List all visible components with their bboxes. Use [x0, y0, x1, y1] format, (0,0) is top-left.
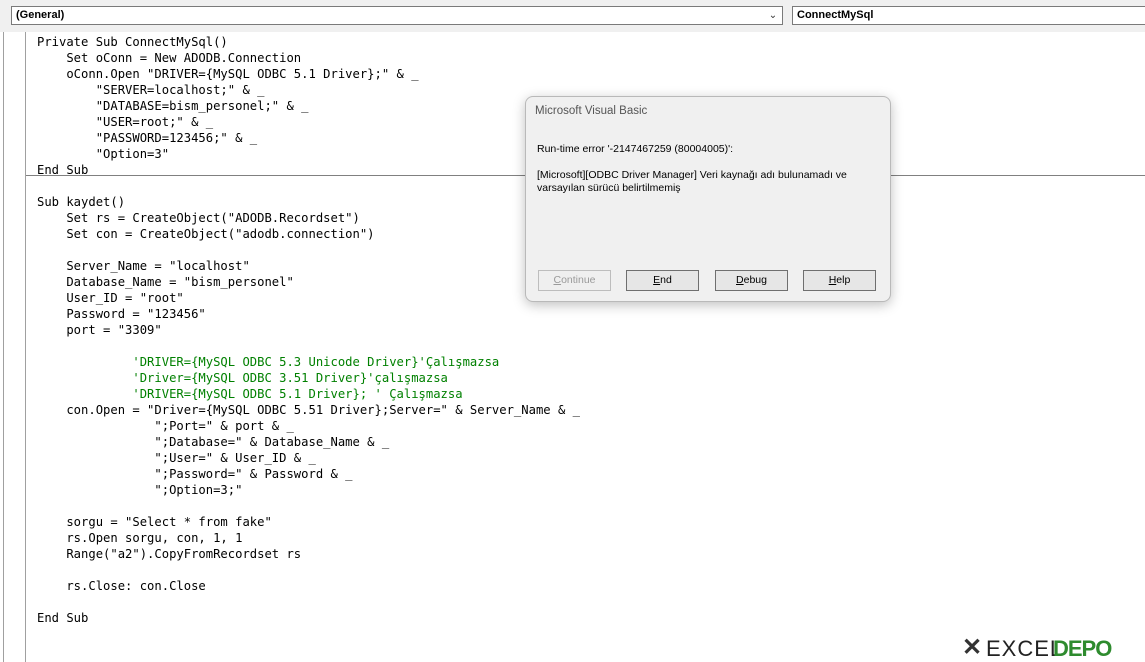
comment-line[interactable]: 'DRIVER={MySQL ODBC 5.1 Driver}; ' Çalış… [37, 386, 580, 402]
code-line[interactable]: Set con = CreateObject("adodb.connection… [37, 226, 580, 242]
end-label: nd [660, 274, 672, 286]
help-label: elp [836, 274, 851, 286]
runtime-error-dialog: Microsoft Visual Basic Run-time error '-… [525, 96, 891, 302]
code-line[interactable]: Set oConn = New ADODB.Connection [37, 50, 580, 66]
code-line[interactable] [37, 498, 580, 514]
logo-x-icon: ✕ [962, 634, 983, 661]
code-line[interactable]: Server_Name = "localhost" [37, 258, 580, 274]
comment-line[interactable]: 'Driver={MySQL ODBC 3.51 Driver}'çalışma… [37, 370, 580, 386]
code-line[interactable]: "PASSWORD=123456;" & _ [37, 130, 580, 146]
code-line[interactable]: rs.Close: con.Close [37, 578, 580, 594]
continue-button[interactable]: Continue [538, 270, 611, 291]
error-message-text: [Microsoft][ODBC Driver Manager] Veri ka… [537, 169, 847, 194]
chevron-down-icon[interactable]: ⌄ [766, 8, 780, 23]
continue-label: ontinue [561, 274, 596, 286]
code-line[interactable] [37, 178, 580, 194]
code-line[interactable]: Set rs = CreateObject("ADODB.Recordset") [37, 210, 580, 226]
code-line[interactable]: End Sub [37, 162, 580, 178]
debug-label: ebug [743, 274, 767, 286]
code-line[interactable]: rs.Open sorgu, con, 1, 1 [37, 530, 580, 546]
debug-access-key: D [736, 274, 744, 286]
error-code-text: Run-time error '-2147467259 (80004005)': [537, 143, 734, 155]
procedure-combobox[interactable]: ConnectMySql [792, 6, 1145, 25]
code-window-toolbar: (General) ⌄ ConnectMySql [0, 0, 1145, 33]
procedure-combobox-value: ConnectMySql [797, 9, 874, 21]
debug-button[interactable]: Debug [715, 270, 788, 291]
comment-line[interactable]: 'DRIVER={MySQL ODBC 5.3 Unicode Driver}'… [37, 354, 580, 370]
object-combobox-value: (General) [16, 9, 65, 21]
code-text[interactable]: Private Sub ConnectMySql() Set oConn = N… [37, 34, 580, 626]
code-line[interactable]: con.Open = "Driver={MySQL ODBC 5.51 Driv… [37, 402, 580, 418]
code-line[interactable]: Range("a2").CopyFromRecordset rs [37, 546, 580, 562]
editor-border [3, 32, 4, 662]
code-line[interactable] [37, 562, 580, 578]
code-line[interactable]: Sub kaydet() [37, 194, 580, 210]
code-line[interactable]: User_ID = "root" [37, 290, 580, 306]
code-line[interactable] [37, 242, 580, 258]
excel-depo-logo: ✕ EXCEL DEPO [962, 634, 1142, 662]
logo-text-depo: DEPO [1053, 636, 1112, 661]
code-line[interactable]: ";Port=" & port & _ [37, 418, 580, 434]
code-line[interactable]: Private Sub ConnectMySql() [37, 34, 580, 50]
logo-text-excel: EXCEL [986, 636, 1064, 661]
code-line[interactable] [37, 338, 580, 354]
code-line[interactable]: sorgu = "Select * from fake" [37, 514, 580, 530]
code-line[interactable]: port = "3309" [37, 322, 580, 338]
continue-access-key: C [553, 274, 562, 286]
code-line[interactable]: ";Database=" & Database_Name & _ [37, 434, 580, 450]
object-combobox[interactable]: (General) ⌄ [11, 6, 783, 25]
code-line[interactable]: Database_Name = "bism_personel" [37, 274, 580, 290]
help-button[interactable]: Help [803, 270, 876, 291]
code-line[interactable] [37, 594, 580, 610]
code-line[interactable]: "DATABASE=bism_personel;" & _ [37, 98, 580, 114]
dialog-title: Microsoft Visual Basic [535, 105, 648, 117]
code-line[interactable]: oConn.Open "DRIVER={MySQL ODBC 5.1 Drive… [37, 66, 580, 82]
code-line[interactable]: End Sub [37, 610, 580, 626]
code-line[interactable]: "Option=3" [37, 146, 580, 162]
code-line[interactable]: ";User=" & User_ID & _ [37, 450, 580, 466]
code-line[interactable]: "USER=root;" & _ [37, 114, 580, 130]
code-line[interactable]: ";Password=" & Password & _ [37, 466, 580, 482]
code-line[interactable]: "SERVER=localhost;" & _ [37, 82, 580, 98]
code-line[interactable]: Password = "123456" [37, 306, 580, 322]
margin-indicator-bar[interactable] [25, 32, 26, 662]
end-button[interactable]: End [626, 270, 699, 291]
code-line[interactable]: ";Option=3;" [37, 482, 580, 498]
